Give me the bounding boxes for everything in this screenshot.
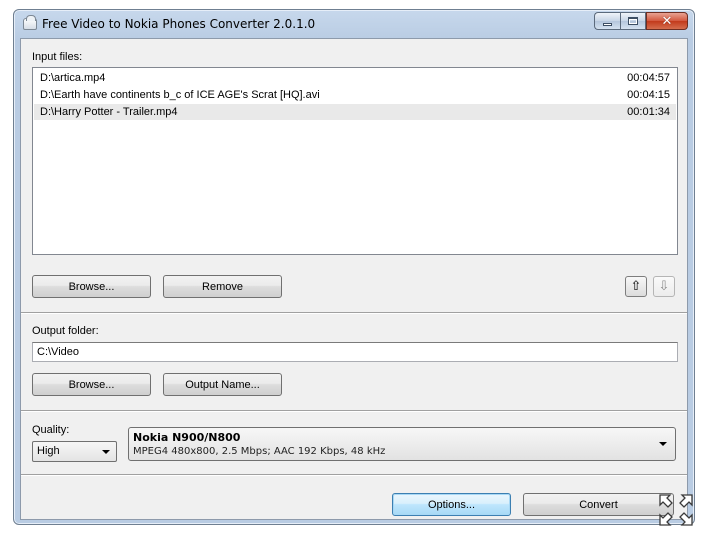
minimize-button[interactable] <box>594 12 620 30</box>
quality-label: Quality: <box>32 424 70 436</box>
chevron-down-icon <box>102 450 110 454</box>
close-icon: ✕ <box>661 13 673 29</box>
options-label: Options... <box>427 498 476 511</box>
app-icon <box>23 15 37 30</box>
title-bar[interactable]: Free Video to Nokia Phones Converter 2.0… <box>14 10 694 38</box>
output-name-label: Output Name... <box>185 378 260 391</box>
file-row-2[interactable]: D:\Earth have continents b_c of ICE AGE'… <box>34 87 676 103</box>
convert-label: Convert <box>579 498 618 511</box>
output-browse-label: Browse... <box>68 378 115 391</box>
profile-name: Nokia N900/N800 <box>133 431 241 444</box>
separator-2 <box>21 410 687 412</box>
output-browse-button[interactable]: Browse... <box>32 373 151 396</box>
file-row-1[interactable]: D:\artica.mp4 00:04:57 <box>34 70 676 86</box>
input-files-label: Input files: <box>32 51 83 63</box>
close-button[interactable]: ✕ <box>646 12 688 30</box>
file-duration: 00:04:15 <box>627 89 670 101</box>
main-window: Free Video to Nokia Phones Converter 2.0… <box>13 9 695 526</box>
remove-label: Remove <box>202 280 243 293</box>
separator-1 <box>21 312 687 314</box>
dialog-client: Input files: D:\artica.mp4 00:04:57 D:\E… <box>20 38 693 526</box>
file-name: D:\Harry Potter - Trailer.mp4 <box>40 106 178 118</box>
minimize-icon <box>603 22 612 26</box>
input-file-list[interactable]: D:\artica.mp4 00:04:57 D:\Earth have con… <box>32 67 678 255</box>
quality-value: High <box>37 445 60 457</box>
caption-buttons: ✕ <box>594 12 688 30</box>
maximize-icon <box>628 17 638 25</box>
arrow-up-icon: ⇧ <box>630 279 642 294</box>
separator-3 <box>21 474 687 476</box>
file-row-3[interactable]: D:\Harry Potter - Trailer.mp4 00:01:34 <box>34 104 676 120</box>
quality-select[interactable]: High <box>32 441 117 462</box>
file-duration: 00:01:34 <box>627 106 670 118</box>
move-up-button[interactable]: ⇧ <box>625 276 647 297</box>
file-name: D:\artica.mp4 <box>40 72 106 84</box>
arrow-down-icon: ⇩ <box>658 279 670 294</box>
remove-button[interactable]: Remove <box>163 275 282 298</box>
profile-description: MPEG4 480x800, 2.5 Mbps; AAC 192 Kbps, 4… <box>133 446 386 457</box>
output-folder-input[interactable]: C:\Video <box>32 342 678 362</box>
move-down-button[interactable]: ⇩ <box>653 276 675 297</box>
input-browse-label: Browse... <box>68 280 115 293</box>
file-name: D:\Earth have continents b_c of ICE AGE'… <box>40 89 320 101</box>
input-browse-button[interactable]: Browse... <box>32 275 151 298</box>
profile-select[interactable]: Nokia N900/N800 MPEG4 480x800, 2.5 Mbps;… <box>128 427 676 461</box>
window-title: Free Video to Nokia Phones Converter 2.0… <box>42 17 316 31</box>
convert-button[interactable]: Convert <box>523 493 674 516</box>
chevron-down-icon <box>659 442 667 446</box>
output-folder-label: Output folder: <box>32 325 99 337</box>
output-name-button[interactable]: Output Name... <box>163 373 282 396</box>
expand-arrows-icon <box>659 494 693 526</box>
maximize-button[interactable] <box>620 12 646 30</box>
options-button[interactable]: Options... <box>392 493 511 516</box>
file-duration: 00:04:57 <box>627 72 670 84</box>
